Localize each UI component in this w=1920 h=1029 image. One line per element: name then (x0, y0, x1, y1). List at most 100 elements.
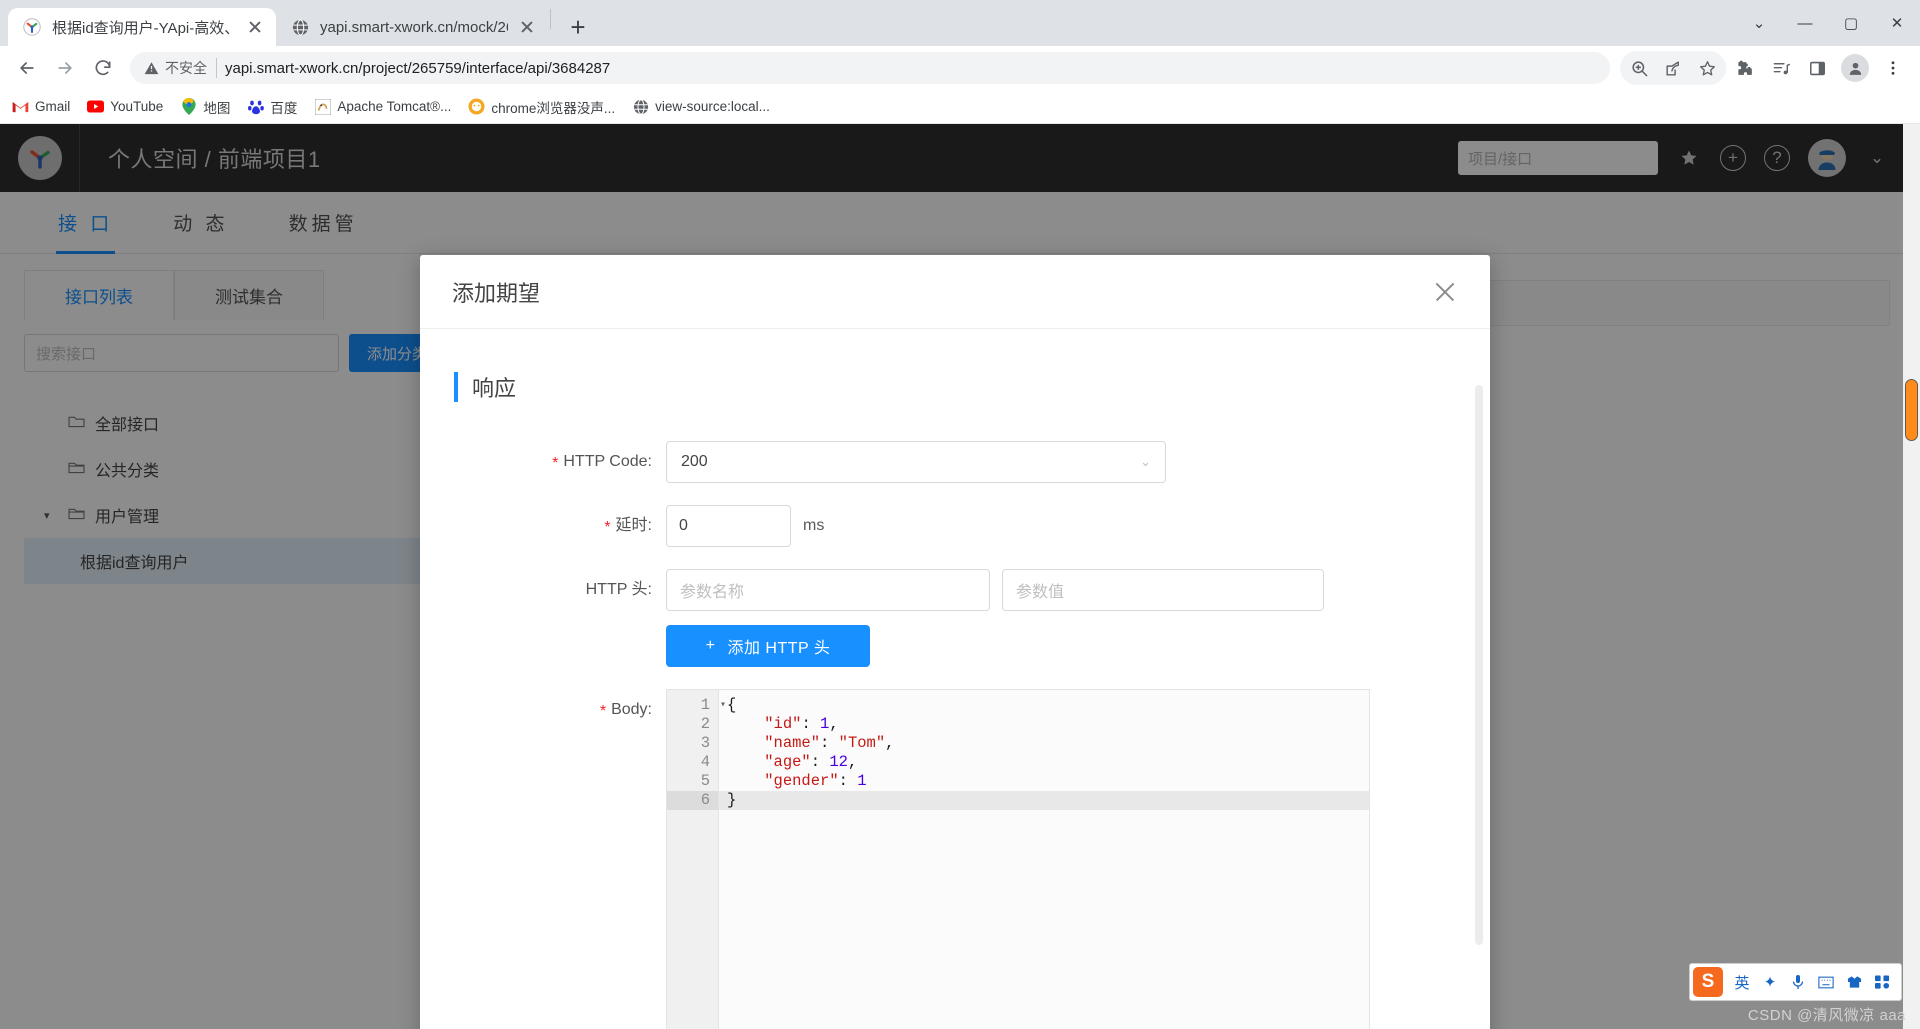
http-code-select[interactable]: 200 ⌄ (666, 441, 1166, 483)
youtube-icon (87, 98, 105, 115)
code-token: , (829, 715, 839, 733)
bookmark-view-source[interactable]: view-source:local... (632, 98, 770, 115)
media-list-icon[interactable] (1764, 51, 1798, 85)
menu-kebab-icon[interactable] (1876, 51, 1910, 85)
code-token: "gender" (764, 772, 839, 790)
side-panel-icon[interactable] (1800, 51, 1834, 85)
dialog-body: 响应 HTTP Code: 200 ⌄ 延时: 0 ms (420, 329, 1490, 1029)
editor-line-gutter: 123456 (667, 690, 726, 1029)
tab-divider (550, 9, 551, 29)
reload-icon[interactable] (86, 51, 120, 85)
not-secure-indicator[interactable]: 不安全 (144, 58, 217, 78)
code-token: "Tom" (838, 734, 886, 752)
code-token: , (847, 753, 858, 771)
editor-line-number: 4 (700, 753, 710, 771)
page-scrollbar[interactable] (1903, 124, 1920, 1029)
dialog-scrollbar[interactable] (1475, 385, 1483, 945)
close-icon[interactable] (1432, 279, 1458, 305)
maximize-button[interactable]: ▢ (1828, 0, 1874, 46)
editor-code-line[interactable]: "gender": 1 (719, 772, 1369, 791)
sogou-ime-bar[interactable]: S 英 ✦ (1689, 963, 1902, 1001)
url-text: yapi.smart-xwork.cn/project/265759/inter… (225, 59, 611, 77)
add-http-header-label: 添加 HTTP 头 (727, 640, 831, 657)
code-token: "age" (764, 753, 811, 771)
page-scrollbar-thumb[interactable] (1905, 379, 1918, 441)
editor-code-line[interactable]: { (719, 696, 1369, 715)
delay-label: 延时: (454, 505, 666, 547)
bookmark-label: Apache Tomcat®... (337, 99, 452, 114)
field-http-code: HTTP Code: 200 ⌄ (454, 441, 1450, 483)
extensions-puzzle-icon[interactable] (1728, 51, 1762, 85)
delay-unit-label: ms (803, 517, 825, 534)
close-window-button[interactable]: ✕ (1874, 0, 1920, 46)
bookmark-label: YouTube (110, 99, 164, 114)
field-http-header: HTTP 头: 参数名称 参数值 + 添加 HTTP 头 (454, 569, 1450, 667)
ime-microphone-icon[interactable] (1789, 974, 1807, 990)
tab-close-icon[interactable] (246, 18, 264, 36)
bookmarks-bar: Gmail YouTube 地图 百度 Apache Tomcat®... ch… (0, 90, 1920, 124)
bookmark-star-icon[interactable] (1690, 51, 1724, 85)
bookmark-label: 地图 (203, 100, 231, 116)
http-code-control: 200 ⌄ (666, 441, 1166, 483)
bookmark-youtube[interactable]: YouTube (87, 98, 163, 115)
ime-keyboard-icon[interactable] (1817, 976, 1835, 989)
code-token: { (727, 696, 737, 714)
editor-code-area[interactable]: { "id": 1, "name": "Tom", "age": 12, "ge… (719, 690, 1369, 1029)
editor-code-line[interactable]: } (719, 791, 1369, 810)
not-secure-icon (144, 61, 159, 74)
header-value-input[interactable]: 参数值 (1002, 569, 1324, 611)
delay-input[interactable]: 0 (666, 505, 791, 547)
dialog-title: 添加期望 (452, 280, 541, 306)
section-accent-bar (454, 372, 458, 402)
code-token: : (810, 753, 830, 771)
http-code-label: HTTP Code: (454, 441, 666, 483)
bookmark-label: view-source:local... (655, 99, 770, 114)
tab-title: yapi.smart-xwork.cn/mock/265 (320, 18, 508, 36)
ime-skin-icon[interactable] (1845, 975, 1863, 989)
sogou-logo-icon[interactable]: S (1693, 967, 1723, 997)
baidu-icon (247, 98, 264, 115)
section-response: 响应 (454, 371, 1450, 403)
bookmark-label: Gmail (35, 99, 71, 114)
field-body: Body: 123456 { "id": 1, "name": "Tom", "… (454, 689, 1450, 1029)
ime-lang-toggle[interactable]: 英 (1733, 972, 1751, 993)
csdn-watermark: CSDN @清风微凉 aaa (1747, 1007, 1906, 1024)
zoom-icon[interactable] (1622, 51, 1656, 85)
ime-punctuation-icon[interactable]: ✦ (1761, 973, 1779, 991)
tab-close-icon[interactable] (518, 18, 536, 36)
dialog-header: 添加期望 (420, 255, 1490, 329)
bookmark-chrome-note[interactable]: chrome浏览器没声... (468, 97, 615, 117)
yapi-icon (22, 17, 42, 37)
add-http-header-button[interactable]: + 添加 HTTP 头 (666, 625, 870, 667)
profile-avatar-icon[interactable] (1841, 54, 1869, 82)
bookmark-baidu[interactable]: 百度 (247, 97, 297, 117)
minimize-button[interactable]: — (1782, 0, 1828, 46)
back-icon[interactable] (10, 51, 44, 85)
ime-toolbox-icon[interactable] (1873, 975, 1891, 989)
editor-line-number: 3 (700, 734, 710, 752)
chrome-orange-icon (468, 98, 485, 115)
browser-tab-inactive[interactable]: yapi.smart-xwork.cn/mock/265 (276, 8, 548, 46)
address-bar[interactable]: 不安全 yapi.smart-xwork.cn/project/265759/i… (130, 52, 1610, 84)
omnibox-action-pill (1620, 51, 1726, 85)
editor-code-line[interactable]: "id": 1, (719, 715, 1369, 734)
bookmark-maps[interactable]: 地图 (180, 97, 230, 117)
header-name-input[interactable]: 参数名称 (666, 569, 990, 611)
window-chevron-icon[interactable]: ⌄ (1736, 0, 1782, 46)
maps-pin-icon (180, 98, 197, 115)
code-token: : (820, 734, 839, 752)
forward-icon[interactable] (48, 51, 82, 85)
browser-tab-active[interactable]: 根据id查询用户-YApi-高效、易用 (8, 8, 276, 46)
globe-icon (632, 98, 649, 115)
body-code-editor[interactable]: 123456 { "id": 1, "name": "Tom", "age": … (666, 689, 1370, 1029)
bookmark-tomcat[interactable]: Apache Tomcat®... (314, 98, 451, 115)
editor-code-line[interactable]: "age": 12, (719, 753, 1369, 772)
bookmark-gmail[interactable]: Gmail (12, 98, 70, 115)
new-tab-button[interactable]: + (561, 10, 595, 44)
share-icon[interactable] (1656, 51, 1690, 85)
code-token: : (801, 715, 821, 733)
editor-code-line[interactable]: "name": "Tom", (719, 734, 1369, 753)
editor-line-number[interactable]: 1 (667, 696, 726, 715)
not-secure-label: 不安全 (165, 60, 207, 76)
